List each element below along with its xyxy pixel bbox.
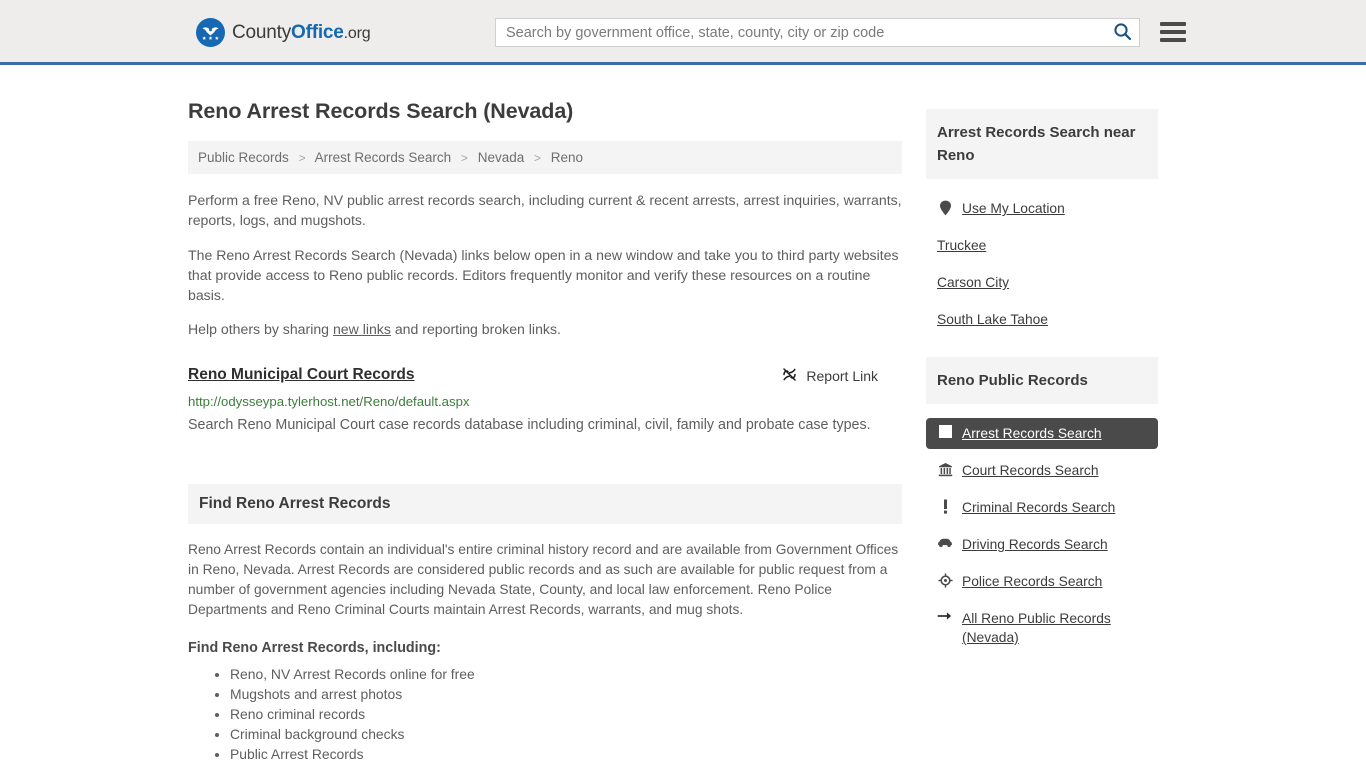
courthouse-icon [937,462,953,477]
report-link-button[interactable]: Report Link [781,366,878,386]
car-icon [937,536,953,548]
intro-paragraph-3: Help others by sharing new links and rep… [188,319,902,339]
fingerprint-card-icon [937,425,953,438]
sidebar: Arrest Records Search near Reno Use My L… [926,85,1158,764]
share-text-before: Help others by sharing [188,321,333,338]
panel-nearby-searches: Arrest Records Search near Reno Use My L… [926,109,1158,335]
section-heading-find-records: Find Reno Arrest Records [188,483,902,524]
list-item: Mugshots and arrest photos [230,684,902,704]
sidebar-item-label: Driving Records Search [962,537,1108,552]
public-records-list: Arrest Records Search Court Records Sear… [926,404,1158,653]
section-paragraph: Reno Arrest Records contain an individua… [188,541,899,617]
content-container: Reno Arrest Records Search (Nevada) Publ… [188,65,1178,764]
search-button[interactable] [1105,19,1139,46]
logo-text-county: County [232,21,292,43]
eagle-shield-icon [196,18,225,47]
report-link-label: Report Link [806,367,878,384]
sidebar-item-label: All Reno Public Records (Nevada) [962,611,1111,645]
site-logo-text: CountyOffice.org [232,21,371,44]
result-url[interactable]: http://odysseypa.tylerhost.net/Reno/defa… [188,394,902,409]
search-icon [1113,22,1132,44]
arrow-right-icon [937,610,953,622]
new-links-link[interactable]: new links [333,321,391,337]
section-body: Reno Arrest Records contain an individua… [188,540,902,764]
page-body: Reno Arrest Records Search (Nevada) Publ… [0,65,1366,764]
records-bullet-list: Reno, NV Arrest Records online for free … [188,664,902,764]
breadcrumb-item-arrest-records-search[interactable]: Arrest Records Search [315,150,452,165]
nearby-list: Use My Location Truckee Carson City Sout… [926,179,1158,335]
sidebar-item-truckee[interactable]: Truckee [926,230,1158,261]
list-item: Criminal background checks [230,724,902,744]
menu-bar-1 [1160,22,1186,26]
sidebar-item-label: Police Records Search [962,574,1103,589]
list-item: Reno criminal records [230,704,902,724]
logo-text-org: .org [343,24,371,42]
sidebar-item-police-records-search[interactable]: Police Records Search [926,566,1158,597]
sidebar-item-arrest-records-search[interactable]: Arrest Records Search [926,418,1158,449]
site-header: CountyOffice.org [0,0,1366,65]
menu-bar-2 [1160,30,1186,34]
breadcrumb-item-public-records[interactable]: Public Records [198,150,289,165]
sidebar-item-driving-records-search[interactable]: Driving Records Search [926,529,1158,560]
sidebar-item-label: Use My Location [962,201,1065,216]
site-logo[interactable]: CountyOffice.org [196,18,371,47]
sidebar-item-label: Court Records Search [962,463,1099,478]
breadcrumb-separator: > [534,151,542,165]
main-column: Reno Arrest Records Search (Nevada) Publ… [188,85,902,764]
panel-heading-nearby: Arrest Records Search near Reno [926,109,1158,179]
share-text-after: and reporting broken links. [390,321,561,338]
breadcrumb-separator: > [298,151,306,165]
section-subheading: Find Reno Arrest Records, including: [188,639,441,656]
sidebar-item-label: Arrest Records Search [962,426,1102,441]
result-title-link[interactable]: Reno Municipal Court Records [188,366,415,384]
sidebar-item-label: South Lake Tahoe [937,312,1048,327]
breadcrumb: Public Records > Arrest Records Search >… [188,141,902,174]
panel-heading-public-records: Reno Public Records [926,357,1158,404]
panel-public-records: Reno Public Records Arrest Records Searc… [926,357,1158,653]
breadcrumb-item-reno[interactable]: Reno [551,150,583,165]
broken-link-icon [781,366,798,386]
sidebar-item-use-my-location[interactable]: Use My Location [926,193,1158,224]
menu-bar-3 [1160,38,1186,42]
sidebar-item-criminal-records-search[interactable]: Criminal Records Search [926,492,1158,523]
list-item: Reno, NV Arrest Records online for free [230,664,902,684]
result-description: Search Reno Municipal Court case records… [188,416,871,433]
intro-paragraph-1: Perform a free Reno, NV public arrest re… [188,192,902,229]
sidebar-item-all-public-records[interactable]: All Reno Public Records (Nevada) [926,603,1158,653]
search-bar[interactable] [495,18,1140,47]
sidebar-item-court-records-search[interactable]: Court Records Search [926,455,1158,486]
intro-paragraph-2: The Reno Arrest Records Search (Nevada) … [188,246,899,304]
breadcrumb-item-nevada[interactable]: Nevada [478,150,525,165]
result-header-row: Reno Municipal Court Records Report Link [188,366,902,386]
map-pin-icon [937,200,953,216]
sidebar-item-south-lake-tahoe[interactable]: South Lake Tahoe [926,304,1158,335]
police-badge-icon [937,573,953,588]
sidebar-item-label: Criminal Records Search [962,500,1116,515]
sidebar-item-label: Truckee [937,238,987,253]
intro-text: Perform a free Reno, NV public arrest re… [188,190,902,340]
page-title: Reno Arrest Records Search (Nevada) [188,99,574,123]
sidebar-item-carson-city[interactable]: Carson City [926,267,1158,298]
exclamation-icon [937,499,953,514]
list-item: Public Arrest Records [230,744,902,764]
logo-text-office: Office [291,21,344,43]
sidebar-item-label: Carson City [937,275,1010,290]
search-input[interactable] [496,19,1105,46]
breadcrumb-separator: > [460,151,468,165]
result-item: Reno Municipal Court Records Report Link… [188,366,902,437]
hamburger-menu-icon[interactable] [1160,20,1186,44]
